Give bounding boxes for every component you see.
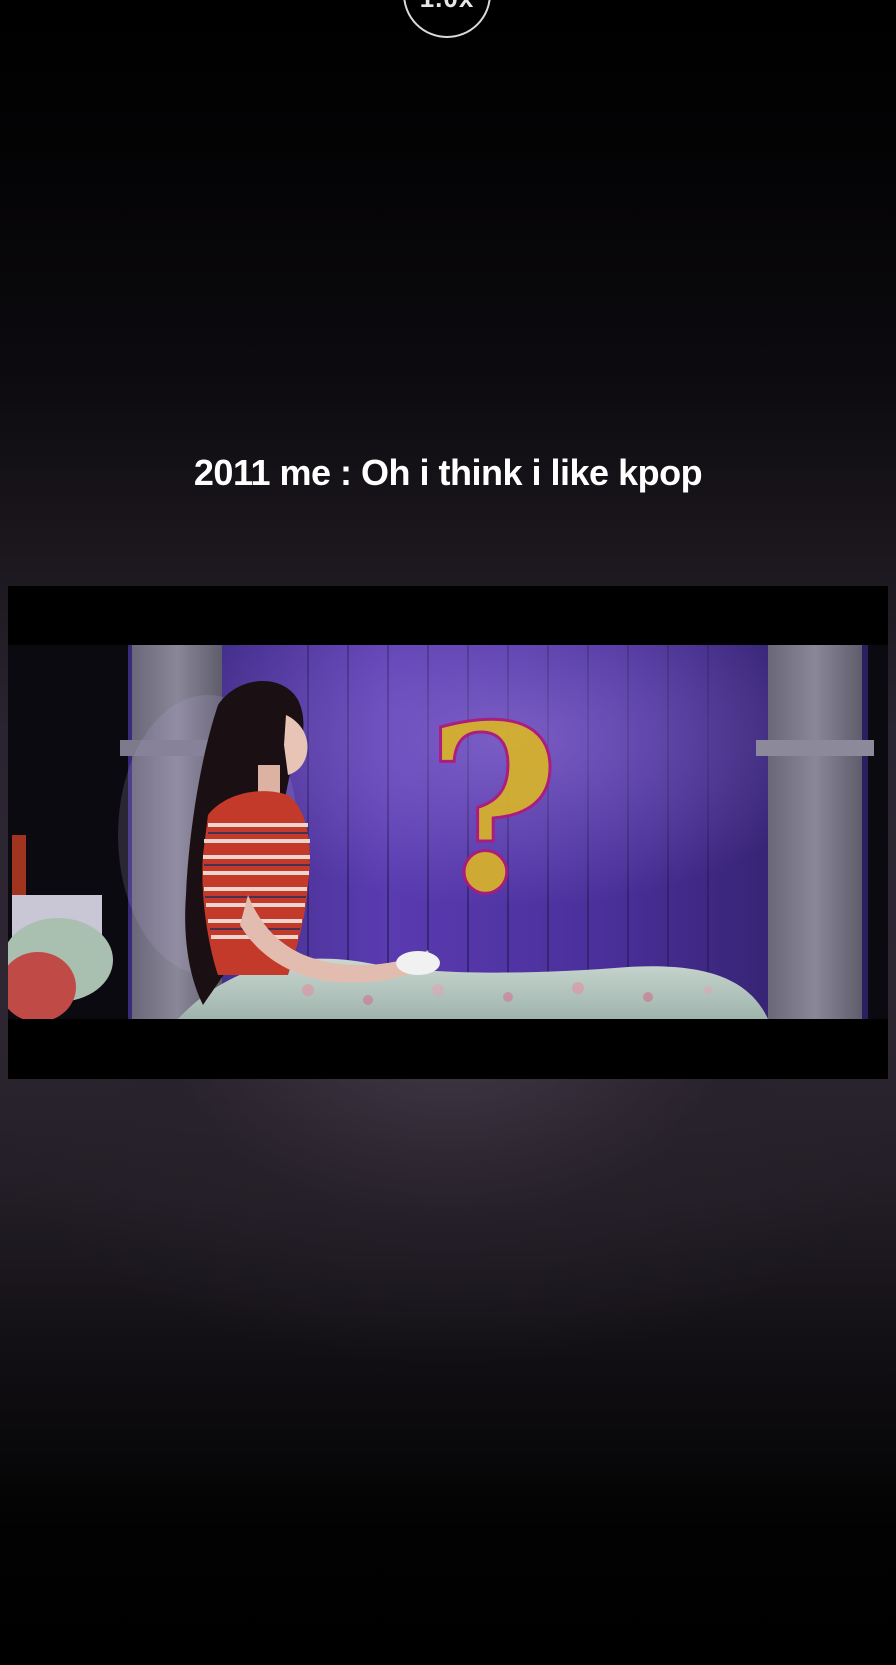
video-frame: ? <box>8 645 888 1019</box>
video-player[interactable]: ? <box>8 586 888 1079</box>
playback-speed-label: 1.0x <box>420 0 475 14</box>
playback-speed-button[interactable]: 1.0x <box>403 0 491 38</box>
video-feed-screen: 1.0x 2011 me : Oh i think i like kpop <box>0 0 896 1665</box>
question-mark-graphic: ? <box>426 675 561 945</box>
video-scene-image: ? <box>8 645 888 1019</box>
video-caption: 2011 me : Oh i think i like kpop <box>193 452 703 493</box>
